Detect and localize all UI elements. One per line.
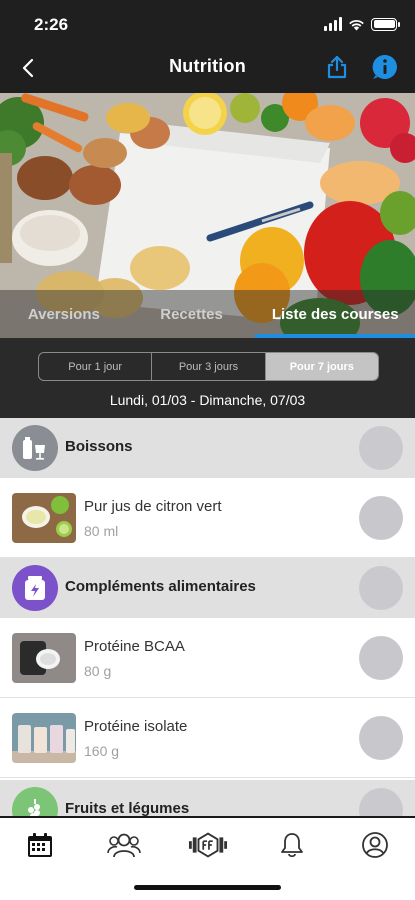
- period-segmented-control: Pour 1 jour Pour 3 jours Pour 7 jours: [38, 352, 379, 381]
- profile-icon: [362, 832, 388, 858]
- tab-aversions[interactable]: Aversions: [0, 290, 128, 338]
- drinks-icon: [12, 425, 58, 471]
- share-button[interactable]: [322, 52, 352, 82]
- item-quantity: 80 ml: [84, 523, 119, 539]
- supplement-jar-icon: [12, 565, 58, 611]
- signal-icon: [324, 17, 342, 31]
- info-icon: [372, 54, 397, 79]
- category-row-complements: Compléments alimentaires: [0, 558, 415, 618]
- item-name: Pur jus de citron vert: [84, 498, 222, 515]
- list-item-bcaa: Protéine BCAA 80 g: [0, 618, 415, 698]
- list-item-isolate: Protéine isolate 160 g: [0, 698, 415, 778]
- produce-icon: [12, 787, 58, 816]
- category-row-fruits: Fruits et légumes: [0, 780, 415, 816]
- item-check-toggle[interactable]: [359, 716, 403, 760]
- category-label: Boissons: [65, 438, 133, 455]
- item-check-toggle[interactable]: [359, 496, 403, 540]
- tabbar-notifications[interactable]: [272, 830, 312, 860]
- bell-icon: [281, 833, 303, 858]
- wifi-icon: [349, 19, 364, 30]
- category-label: Compléments alimentaires: [65, 578, 256, 595]
- item-name: Protéine BCAA: [84, 638, 185, 655]
- item-name: Protéine isolate: [84, 718, 188, 735]
- status-icons: [324, 15, 400, 33]
- tabbar-calendar[interactable]: [20, 830, 60, 860]
- period-option-1-day[interactable]: Pour 1 jour: [39, 353, 153, 380]
- category-check-toggle[interactable]: [359, 566, 403, 610]
- period-selector: Pour 1 jour Pour 3 jours Pour 7 jours Lu…: [0, 338, 415, 418]
- category-check-toggle[interactable]: [359, 788, 403, 816]
- status-time: 2:26: [34, 15, 69, 34]
- list-item-citron: Pur jus de citron vert 80 ml: [0, 478, 415, 558]
- date-range: Lundi, 01/03 - Dimanche, 07/03: [109, 392, 306, 408]
- item-thumbnail: [12, 713, 76, 763]
- category-label: Fruits et légumes: [65, 800, 190, 816]
- tabbar-fitness[interactable]: [188, 830, 228, 860]
- tab-recettes[interactable]: Recettes: [128, 290, 256, 338]
- period-option-3-days[interactable]: Pour 3 jours: [152, 353, 266, 380]
- item-quantity: 80 g: [84, 663, 112, 679]
- hero-image: Aversions Recettes Liste des courses: [0, 93, 415, 338]
- home-indicator: [134, 885, 281, 890]
- tabbar-community[interactable]: [104, 830, 144, 860]
- item-thumbnail: [12, 493, 76, 543]
- community-icon: [107, 833, 141, 858]
- share-icon: [327, 55, 347, 79]
- shopping-list: Boissons Pur jus de citron vert 80 ml Co…: [0, 418, 415, 816]
- nav-bar: Nutrition: [0, 48, 415, 88]
- fitness-logo-icon: [188, 832, 228, 858]
- category-row-boissons: Boissons: [0, 418, 415, 478]
- status-bar: 2:26: [0, 0, 415, 48]
- calendar-icon: [28, 833, 52, 857]
- battery-icon: [371, 17, 400, 31]
- page-title: Nutrition: [169, 56, 246, 76]
- period-option-7-days[interactable]: Pour 7 jours: [265, 353, 378, 380]
- item-thumbnail: [12, 633, 76, 683]
- item-quantity: 160 g: [84, 743, 120, 759]
- tab-liste-des-courses[interactable]: Liste des courses: [255, 290, 415, 338]
- info-button[interactable]: [371, 53, 399, 81]
- nutrition-tabs: Aversions Recettes Liste des courses: [0, 290, 415, 338]
- item-check-toggle[interactable]: [359, 636, 403, 680]
- category-check-toggle[interactable]: [359, 426, 403, 470]
- tabbar-profile[interactable]: [355, 830, 395, 860]
- app-header: 2:26 Nutrition: [0, 0, 415, 93]
